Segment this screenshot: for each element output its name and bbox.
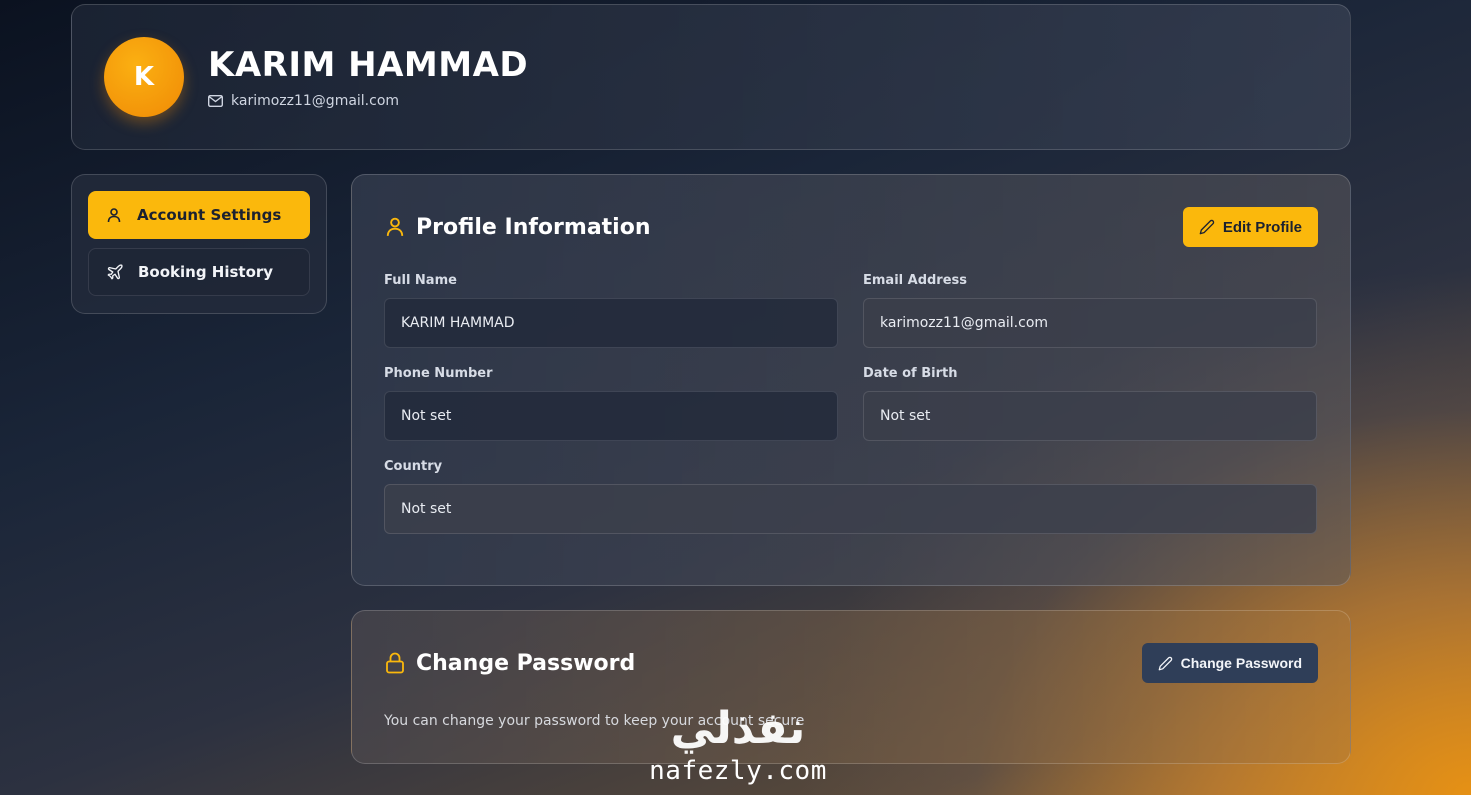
password-description: You can change your password to keep you… — [384, 713, 805, 729]
dob-label: Date of Birth — [863, 366, 958, 381]
country-value[interactable]: Not set — [384, 484, 1317, 534]
profile-title: Profile Information — [384, 215, 651, 240]
change-password-card: Change Password Change Password You can … — [351, 610, 1351, 764]
pencil-icon — [1199, 219, 1214, 235]
email-field: Email Address karimozz11@gmail.com — [863, 273, 1317, 348]
password-title: Change Password — [384, 651, 635, 676]
edit-profile-label: Edit Profile — [1222, 218, 1302, 236]
user-email: karimozz11@gmail.com — [231, 93, 400, 109]
header-text: KARIM HAMMAD karimozz11@gmail.com — [208, 45, 528, 109]
phone-value[interactable]: Not set — [384, 391, 838, 441]
sidebar-item-account-settings[interactable]: Account Settings — [88, 191, 310, 239]
edit-profile-button[interactable]: Edit Profile — [1182, 207, 1318, 247]
sidebar: Account Settings Booking History — [71, 174, 327, 314]
full-name-field: Full Name KARIM HAMMAD — [384, 273, 838, 348]
profile-title-text: Profile Information — [416, 214, 651, 240]
profile-card-header: Profile Information Edit Profile — [384, 207, 1318, 247]
profile-information-card: Profile Information Edit Profile Full Na… — [351, 174, 1351, 586]
phone-label: Phone Number — [384, 366, 493, 381]
change-password-button[interactable]: Change Password — [1141, 643, 1318, 683]
user-icon — [104, 205, 124, 225]
profile-header: K KARIM HAMMAD karimozz11@gmail.com — [71, 4, 1351, 150]
avatar-initial: K — [133, 62, 155, 92]
dob-field: Date of Birth Not set — [863, 366, 1317, 441]
password-title-text: Change Password — [416, 650, 636, 676]
user-email-row: karimozz11@gmail.com — [208, 93, 528, 109]
user-icon — [384, 216, 406, 238]
sidebar-item-booking-history[interactable]: Booking History — [88, 248, 310, 296]
sidebar-item-label: Booking History — [138, 263, 274, 281]
dob-value[interactable]: Not set — [863, 391, 1317, 441]
user-name: KARIM HAMMAD — [208, 45, 529, 85]
country-field: Country Not set — [384, 459, 1317, 534]
full-name-value[interactable]: KARIM HAMMAD — [384, 298, 838, 348]
avatar: K — [104, 37, 184, 117]
pencil-icon — [1158, 656, 1172, 670]
password-card-header: Change Password Change Password — [384, 643, 1318, 683]
mail-icon — [208, 95, 223, 107]
profile-form: Full Name KARIM HAMMAD Email Address kar… — [384, 273, 1318, 552]
lock-icon — [384, 652, 406, 674]
full-name-label: Full Name — [384, 273, 457, 288]
country-label: Country — [384, 459, 443, 474]
email-label: Email Address — [863, 273, 968, 288]
phone-field: Phone Number Not set — [384, 366, 838, 441]
sidebar-item-label: Account Settings — [137, 206, 282, 224]
change-password-label: Change Password — [1180, 655, 1302, 671]
plane-icon — [105, 262, 125, 282]
email-value[interactable]: karimozz11@gmail.com — [863, 298, 1317, 348]
